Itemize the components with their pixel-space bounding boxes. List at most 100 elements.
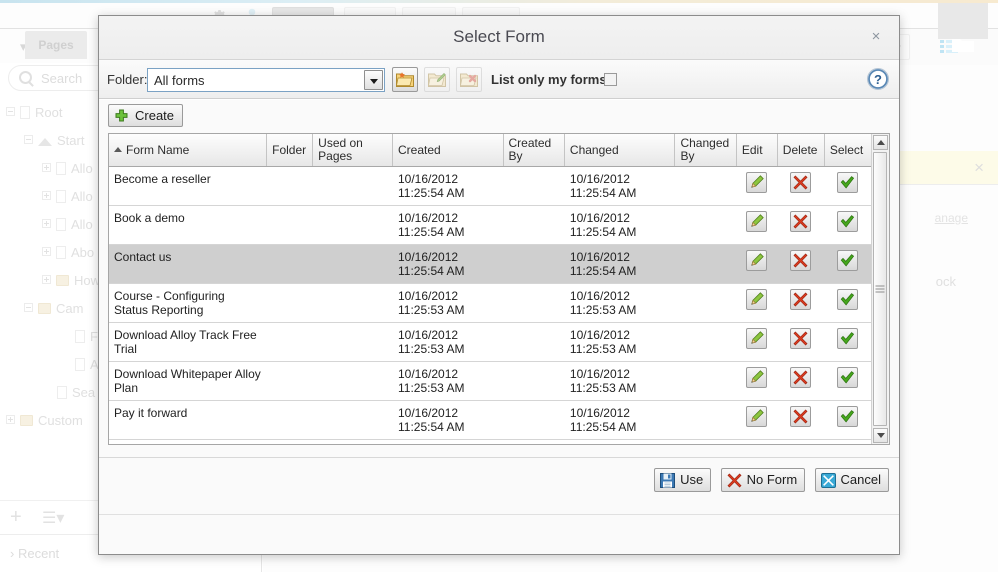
scrollbar-thumb[interactable] bbox=[873, 152, 887, 426]
new-folder-button[interactable] bbox=[392, 67, 418, 92]
select-row-button[interactable] bbox=[837, 367, 858, 388]
help-icon[interactable]: ? bbox=[866, 67, 890, 91]
column-header-edit[interactable]: Edit bbox=[736, 134, 777, 167]
dialog-titlebar: Select Form × bbox=[99, 16, 899, 60]
column-header-folder[interactable]: Folder bbox=[267, 134, 313, 167]
list-only-my-forms-checkbox[interactable] bbox=[604, 73, 617, 86]
list-only-my-forms-label: List only my forms: bbox=[491, 72, 611, 87]
expand-icon[interactable] bbox=[42, 191, 51, 200]
table-row[interactable]: Book a demo10/16/201211:25:54 AM10/16/20… bbox=[109, 206, 871, 245]
column-header-label: Used on Pages bbox=[318, 136, 363, 163]
delete-row-button[interactable] bbox=[790, 406, 811, 427]
column-header-delete[interactable]: Delete bbox=[777, 134, 824, 167]
column-header-created_by[interactable]: Created By bbox=[503, 134, 564, 167]
table-row[interactable]: Download Whitepaper Alloy Plan10/16/2012… bbox=[109, 362, 871, 401]
collapse-icon[interactable] bbox=[24, 303, 33, 312]
table-row[interactable]: Course - Configuring Status Reporting10/… bbox=[109, 284, 871, 323]
delete-row-button[interactable] bbox=[790, 367, 811, 388]
no-form-button[interactable]: No Form bbox=[721, 468, 806, 492]
edit-row-button[interactable] bbox=[746, 406, 767, 427]
table-cell bbox=[267, 323, 313, 362]
delete-row-button[interactable] bbox=[790, 289, 811, 310]
folder-toggle-button[interactable] bbox=[938, 3, 988, 39]
delete-row-button[interactable] bbox=[790, 172, 811, 193]
chevron-down-icon[interactable] bbox=[364, 70, 383, 90]
table-cell bbox=[503, 167, 564, 206]
create-row: Create bbox=[99, 100, 899, 133]
column-header-changed_by[interactable]: Changed By bbox=[675, 134, 736, 167]
table-cell-edit bbox=[736, 245, 777, 284]
expand-icon[interactable] bbox=[6, 415, 15, 424]
grid-vertical-scrollbar[interactable] bbox=[871, 134, 889, 444]
page-icon bbox=[56, 190, 66, 203]
column-header-label: Select bbox=[830, 143, 863, 157]
delete-x-icon bbox=[793, 331, 808, 346]
edit-row-button[interactable] bbox=[746, 211, 767, 232]
column-header-label: Delete bbox=[783, 143, 818, 157]
select-row-button[interactable] bbox=[837, 289, 858, 310]
table-cell: 10/16/201211:25:54 AM bbox=[564, 401, 675, 440]
folder-icon bbox=[20, 415, 33, 426]
edit-row-button[interactable] bbox=[746, 289, 767, 310]
delete-row-button[interactable] bbox=[790, 211, 811, 232]
close-icon[interactable]: × bbox=[974, 158, 984, 178]
table-row[interactable]: Pay it forward10/16/201211:25:54 AM10/16… bbox=[109, 401, 871, 440]
cell-created: 10/16/201211:25:53 AM bbox=[398, 289, 465, 317]
column-header-changed[interactable]: Changed bbox=[564, 134, 675, 167]
table-cell-select bbox=[824, 167, 870, 206]
edit-row-button[interactable] bbox=[746, 367, 767, 388]
check-icon bbox=[840, 409, 855, 424]
edit-row-button[interactable] bbox=[746, 328, 767, 349]
table-row[interactable]: Risk management sign up10/16/201211:25:5… bbox=[109, 440, 871, 445]
edit-row-button[interactable] bbox=[746, 250, 767, 271]
expand-icon[interactable] bbox=[42, 219, 51, 228]
dialog-title: Select Form bbox=[99, 27, 899, 47]
table-cell: 10/16/201211:25:54 AM bbox=[564, 245, 675, 284]
edit-row-button[interactable] bbox=[746, 172, 767, 193]
table-cell-delete bbox=[777, 362, 824, 401]
add-page-button[interactable]: + bbox=[10, 506, 22, 529]
manage-link[interactable]: anage bbox=[935, 211, 968, 225]
table-row[interactable]: Contact us10/16/201211:25:54 AM10/16/201… bbox=[109, 245, 871, 284]
select-row-button[interactable] bbox=[837, 406, 858, 427]
close-icon[interactable]: × bbox=[867, 28, 885, 46]
column-header-name[interactable]: Form Name bbox=[109, 134, 267, 167]
folder-select[interactable]: All forms bbox=[147, 68, 385, 92]
table-cell: 10/16/201211:25:54 AM bbox=[392, 206, 503, 245]
cancel-button[interactable]: Cancel bbox=[815, 468, 889, 492]
create-button-label: Create bbox=[135, 108, 174, 123]
expand-icon[interactable] bbox=[42, 163, 51, 172]
expand-icon[interactable] bbox=[42, 247, 51, 256]
save-icon bbox=[660, 473, 675, 488]
select-row-button[interactable] bbox=[837, 328, 858, 349]
collapse-icon[interactable] bbox=[24, 135, 33, 144]
expand-icon[interactable] bbox=[42, 275, 51, 284]
select-row-button[interactable] bbox=[837, 211, 858, 232]
select-row-button[interactable] bbox=[837, 172, 858, 193]
table-cell-delete bbox=[777, 440, 824, 445]
table-cell bbox=[313, 206, 393, 245]
tab-pages[interactable]: Pages bbox=[25, 31, 87, 59]
delete-row-button[interactable] bbox=[790, 250, 811, 271]
column-header-created[interactable]: Created bbox=[392, 134, 503, 167]
column-header-label: Folder bbox=[272, 143, 306, 157]
table-row[interactable]: Download Alloy Track Free Trial10/16/201… bbox=[109, 323, 871, 362]
edit-folder-button[interactable] bbox=[424, 67, 450, 92]
create-button[interactable]: Create bbox=[108, 104, 183, 127]
tree-menu-icon[interactable]: ☰▾ bbox=[42, 508, 64, 528]
table-cell bbox=[503, 245, 564, 284]
use-button[interactable]: Use bbox=[654, 468, 711, 492]
table-cell bbox=[313, 284, 393, 323]
table-cell: 10/16/201211:25:54 AM bbox=[392, 440, 503, 445]
scroll-down-button[interactable] bbox=[873, 428, 888, 443]
table-cell: 10/16/201211:25:54 AM bbox=[392, 401, 503, 440]
table-row[interactable]: Become a reseller10/16/201211:25:54 AM10… bbox=[109, 167, 871, 206]
scroll-up-button[interactable] bbox=[873, 135, 888, 150]
delete-folder-button[interactable] bbox=[456, 67, 482, 92]
select-row-button[interactable] bbox=[837, 250, 858, 271]
column-header-select[interactable]: Select bbox=[824, 134, 870, 167]
delete-row-button[interactable] bbox=[790, 328, 811, 349]
column-header-used_on_pages[interactable]: Used on Pages bbox=[313, 134, 393, 167]
table-cell-select bbox=[824, 323, 870, 362]
collapse-icon[interactable] bbox=[6, 107, 15, 116]
